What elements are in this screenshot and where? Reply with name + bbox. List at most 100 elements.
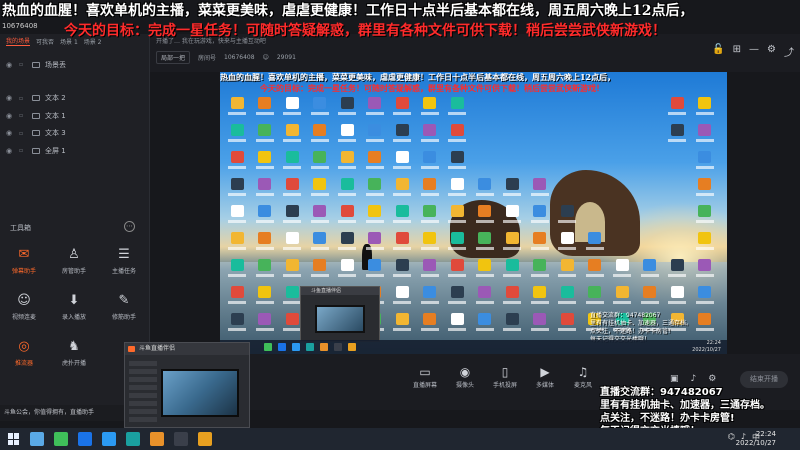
desktop-icon (499, 256, 525, 283)
scene-tab-1[interactable]: 可我否 (36, 37, 54, 46)
desktop-icon-caption (310, 139, 329, 142)
settings-icon[interactable]: ⚙ (708, 374, 716, 384)
desktop-icon (472, 283, 498, 310)
desktop-icon-caption (283, 247, 301, 250)
more-icon[interactable]: ⋯ (124, 221, 135, 232)
lock-icon[interactable]: ▫ (19, 130, 27, 137)
desktop-icon-caption (393, 193, 411, 196)
tool-room-admin[interactable]: ♙ 房管助手 (52, 248, 96, 284)
layer-item[interactable]: ◉ ▫ 场景丢 (0, 56, 149, 74)
settings-icon[interactable]: ⚙ (767, 44, 776, 59)
desktop-icon (389, 121, 415, 148)
screen: 我的场景 可我否 场景 1 场景 2 ◉ ▫ 场景丢 ◉ ▫ 文本 2 ◉ ▫ 文本 1 ◉… (0, 0, 800, 450)
network-icon[interactable]: ⌬ (728, 432, 735, 443)
desktop-icon-image (423, 313, 436, 325)
tool-hupu[interactable]: ♞ 虎扑开播 (52, 340, 96, 376)
desktop-icon-caption (393, 220, 411, 223)
taskbar-clock[interactable]: 22:24 2022/10/27 (736, 430, 776, 448)
desktop-icon-image (313, 97, 326, 109)
desktop-icon-image (450, 232, 464, 244)
file-explorer-icon[interactable] (30, 432, 44, 446)
desktop-icon-caption (640, 301, 659, 304)
app-icon[interactable] (150, 432, 164, 446)
tool-video-link[interactable]: ☺ 视频连麦 (2, 294, 46, 330)
stream-preview[interactable]: 热血的血腥！喜欢单机的主播，菜菜更美味，虐虐更健康！工作日十点半后基本都在线，周… (220, 72, 727, 354)
app-icon[interactable] (126, 432, 140, 446)
layer-item[interactable]: ◉ ▫ 全屏 1 (0, 142, 149, 160)
desktop-icon-grid (224, 94, 724, 337)
eye-icon[interactable]: ◉ (6, 129, 14, 137)
floating-window[interactable]: 斗鱼直播伴侣 (124, 342, 250, 428)
app-icon[interactable] (198, 432, 212, 446)
app-icon (320, 343, 328, 351)
volume-icon[interactable]: ♪ (691, 374, 697, 384)
layer-item[interactable]: ◉ ▫ 文本 2 (0, 90, 149, 108)
header-icons: 🔓 ⊞ — ⚙ ⤴ (712, 44, 794, 59)
desktop-icon (224, 148, 250, 175)
tool-pusher[interactable]: ◎ 推流器 (2, 340, 46, 376)
grid-icon[interactable]: ⊞ (733, 44, 741, 59)
media-button[interactable]: ▶ 多媒体 (525, 364, 565, 389)
desktop-icon (279, 256, 305, 283)
layer-item[interactable]: ◉ ▫ 文本 1 (0, 107, 149, 125)
app-icon[interactable] (54, 432, 68, 446)
desktop-icon (279, 229, 305, 256)
screen-capture-button[interactable]: ▭ 直播屏幕 (405, 364, 445, 389)
share-icon[interactable]: ⤴ (784, 44, 794, 59)
desktop-icon-image (588, 232, 601, 244)
app-icon[interactable] (102, 432, 116, 446)
desktop-icon (224, 310, 250, 337)
desktop-icon (362, 202, 388, 229)
desktop-icon-image (285, 97, 299, 109)
lock-icon[interactable]: 🔓 (712, 44, 724, 59)
lock-icon[interactable]: ▫ (19, 61, 27, 68)
layer-item[interactable]: ◉ ▫ 文本 3 (0, 125, 149, 143)
minimize-icon[interactable]: — (749, 44, 759, 59)
desktop-icon-image (505, 286, 519, 298)
desktop-icon (692, 121, 718, 148)
desktop-icon (444, 256, 470, 283)
desktop-icon (527, 202, 553, 229)
floating-window-title: 斗鱼直播伴侣 (125, 343, 249, 355)
desktop-icon-image (423, 286, 436, 298)
desktop-icon-caption (668, 274, 686, 277)
tool-edit[interactable]: ✎ 修筋助手 (102, 294, 146, 330)
camera-button[interactable]: ◉ 摄像头 (445, 364, 485, 389)
desktop-icon-caption (365, 112, 384, 115)
desktop-icon (417, 94, 443, 121)
desktop-icon (527, 310, 553, 337)
eye-icon[interactable]: ◉ (6, 94, 14, 102)
desktop-icon-caption (283, 274, 301, 277)
desktop-icon-image (230, 232, 244, 244)
desktop-icon-caption (420, 166, 439, 169)
desktop-icon (307, 229, 333, 256)
desktop-icon-caption (503, 220, 521, 223)
desktop-icon-image (698, 178, 711, 190)
desktop-icon (499, 229, 525, 256)
eye-icon[interactable]: ◉ (6, 61, 14, 69)
lock-icon[interactable]: ▫ (19, 95, 27, 102)
desktop-icon-image (258, 205, 271, 217)
steam-icon[interactable] (174, 432, 188, 446)
desktop-icon-image (505, 178, 519, 190)
danmu-icon: ✉ (18, 247, 30, 262)
app-icon[interactable] (78, 432, 92, 446)
eye-icon[interactable]: ◉ (6, 112, 14, 120)
microphone-button[interactable]: ♫ 麦克风 (563, 364, 603, 389)
desktop-icon-caption (393, 247, 411, 250)
windows-start-icon[interactable] (8, 433, 20, 445)
scene-tab-0[interactable]: 我的场景 (6, 36, 31, 46)
phone-cast-button[interactable]: ▯ 手机投屏 (485, 364, 525, 389)
desktop-icon-caption (255, 112, 274, 115)
lock-icon[interactable]: ▫ (19, 112, 27, 119)
desktop-icon-image (313, 151, 326, 163)
eye-icon[interactable]: ◉ (6, 147, 14, 155)
tool-record[interactable]: ⬇ 录入播放 (52, 294, 96, 330)
tool-tasks[interactable]: ☰ 主播任务 (102, 248, 146, 284)
lock-icon[interactable]: ▫ (19, 147, 27, 154)
desktop-icon (664, 283, 690, 310)
record-icon[interactable]: ▣ (670, 374, 679, 384)
edit-button[interactable]: 局部一把 (156, 51, 191, 64)
desktop-icon (664, 121, 690, 148)
tool-danmu[interactable]: ✉ 弹幕助手 (2, 248, 46, 284)
